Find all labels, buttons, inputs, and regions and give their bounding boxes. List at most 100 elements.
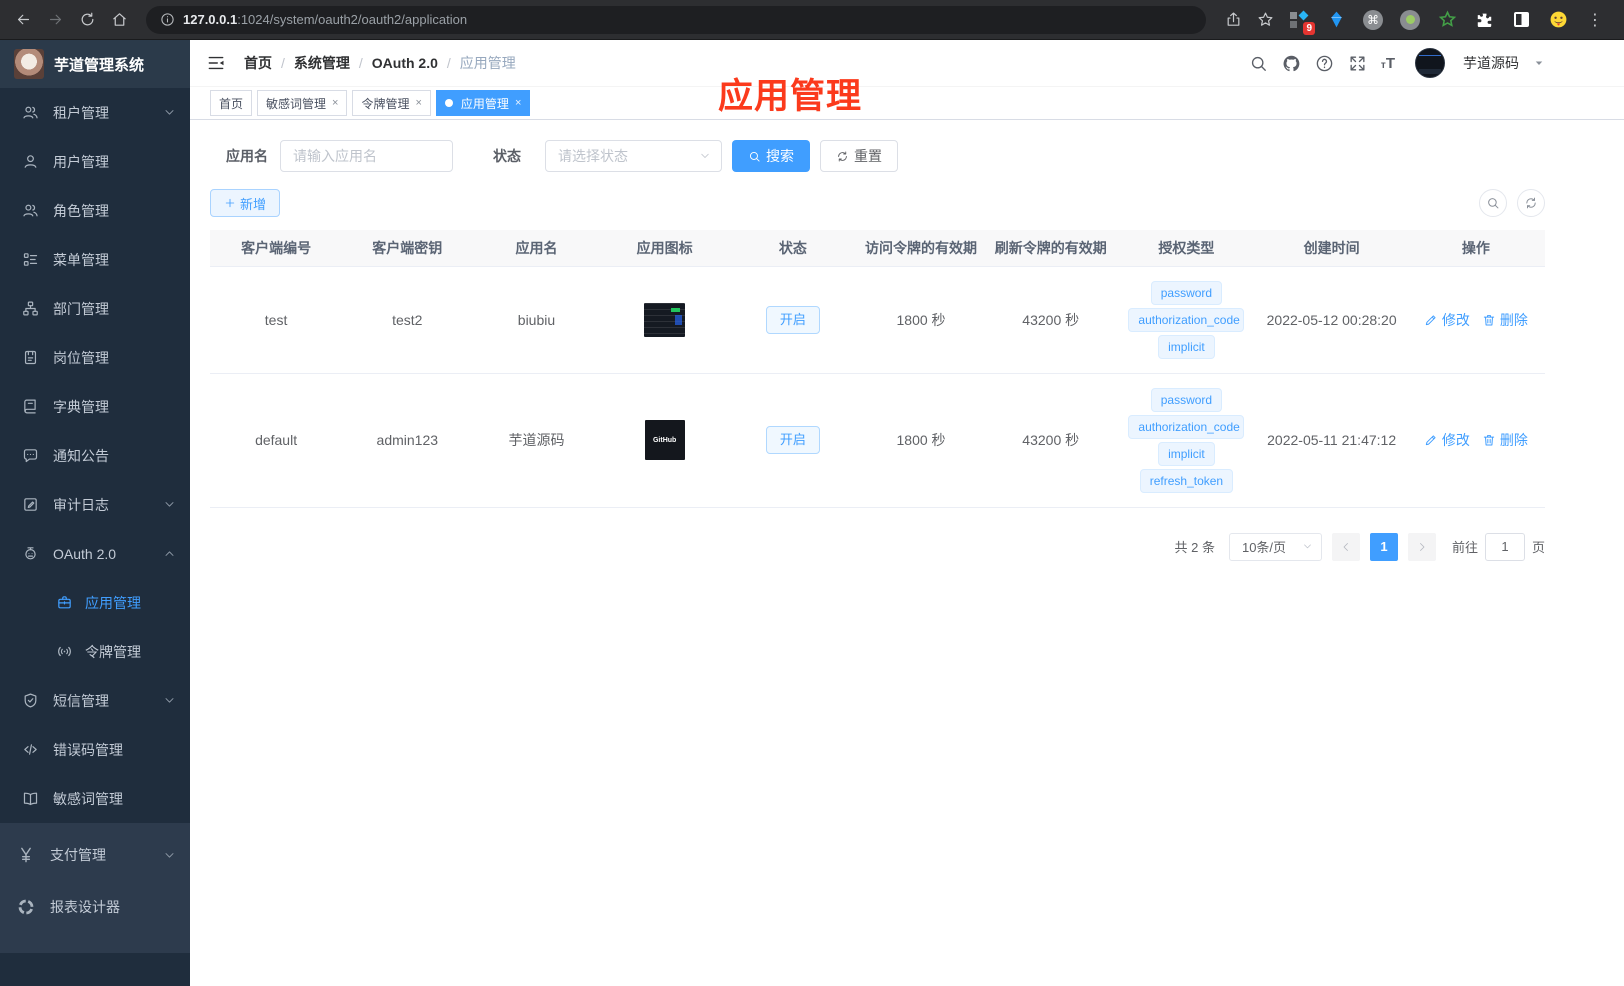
breadcrumb-item[interactable]: 首页 — [244, 53, 272, 73]
plus-icon — [224, 197, 236, 209]
app-logo[interactable]: 芋道管理系统 — [0, 40, 190, 88]
grant-type-tag: implicit — [1158, 441, 1215, 466]
dark-github-logo: GitHub — [644, 420, 685, 460]
font-size-icon[interactable]: тT — [1381, 56, 1395, 71]
reload-icon[interactable] — [74, 7, 100, 33]
sidebar-item-post[interactable]: 岗位管理 — [0, 333, 190, 382]
edit-link[interactable]: 修改 — [1424, 310, 1470, 330]
delete-link[interactable]: 删除 — [1482, 310, 1528, 330]
tab-应用管理[interactable]: 应用管理 × — [435, 90, 531, 116]
app-name-label: 应用名 — [226, 148, 268, 164]
extension-star-icon[interactable] — [1436, 9, 1458, 31]
edit-link[interactable]: 修改 — [1424, 430, 1470, 450]
status-badge[interactable]: 开启 — [765, 305, 820, 334]
open-book-icon — [22, 790, 39, 807]
sidebar-bottom-section: 支付管理 报表设计器 — [0, 823, 190, 953]
extension-command-icon[interactable]: ⌘ — [1362, 9, 1384, 31]
filter-form: 应用名 状态 请选择状态 搜索 重置 — [226, 140, 1545, 172]
fullscreen-icon[interactable] — [1348, 54, 1367, 73]
extension-record-icon[interactable] — [1399, 9, 1421, 31]
close-icon[interactable]: × — [415, 97, 421, 109]
app-name-input[interactable] — [280, 140, 453, 172]
search-icon[interactable] — [1249, 54, 1268, 73]
show-search-toggle-button[interactable] — [1479, 189, 1507, 217]
status-badge[interactable]: 开启 — [765, 426, 820, 454]
reset-button[interactable]: 重置 — [820, 140, 898, 172]
sidebar-item-oauth2-app[interactable]: 应用管理 — [0, 578, 190, 627]
sidebar-item-pay[interactable]: 支付管理 — [0, 829, 190, 881]
prev-page-button[interactable] — [1331, 532, 1360, 561]
close-icon[interactable]: × — [515, 97, 521, 109]
user-avatar[interactable] — [1415, 48, 1445, 78]
breadcrumb-item[interactable]: 系统管理 — [294, 53, 350, 73]
grant-type-tags: password authorization_code implicit refres… — [1116, 387, 1256, 493]
grant-type-tag: password — [1150, 387, 1223, 412]
back-icon[interactable] — [10, 7, 36, 33]
search-button[interactable]: 搜索 — [732, 140, 810, 172]
trash-icon — [1482, 433, 1496, 447]
github-icon[interactable] — [1282, 54, 1301, 73]
sidebar-item-oauth2-token[interactable]: 令牌管理 — [0, 627, 190, 676]
close-icon[interactable]: × — [332, 97, 338, 109]
sidebar-item-report[interactable]: 报表设计器 — [0, 881, 190, 933]
page-size-select[interactable]: 10条/页 — [1228, 532, 1322, 561]
column-header: 状态 — [728, 230, 857, 266]
share-icon[interactable] — [1220, 7, 1246, 33]
grant-type-tag: password — [1150, 280, 1223, 305]
dark-mode-half-square-icon[interactable] — [1510, 9, 1532, 31]
chevron-left-icon — [1340, 541, 1352, 553]
app-title: 芋道管理系统 — [54, 56, 145, 74]
edit-icon — [1424, 313, 1438, 327]
profile-emoji-icon[interactable] — [1547, 9, 1569, 31]
username[interactable]: 芋道源码 — [1463, 53, 1519, 73]
chevron-down-icon — [163, 849, 176, 862]
user-caret-down-icon[interactable] — [1533, 57, 1545, 69]
help-icon[interactable] — [1315, 54, 1334, 73]
extension-gem-icon[interactable] — [1325, 9, 1347, 31]
sidebar-item-errcode[interactable]: 错误码管理 — [0, 725, 190, 774]
sidebar-item-menu[interactable]: 菜单管理 — [0, 235, 190, 284]
delete-link[interactable]: 删除 — [1482, 430, 1528, 450]
goto-page-input[interactable] — [1484, 532, 1525, 561]
browser-menu-icon[interactable]: ⋮ — [1584, 9, 1606, 31]
status-label: 状态 — [493, 148, 521, 164]
grant-type-tag: refresh_token — [1139, 468, 1234, 493]
sidebar-item-tenant[interactable]: 租户管理 — [0, 88, 190, 137]
sidebar-item-role[interactable]: 角色管理 — [0, 186, 190, 235]
notice-icon — [22, 447, 39, 464]
tab-令牌管理[interactable]: 令牌管理 × — [352, 90, 431, 116]
forward-icon[interactable] — [42, 7, 68, 33]
chevron-right-icon — [1416, 541, 1428, 553]
sidebar-item-sensitive[interactable]: 敏感词管理 — [0, 774, 190, 823]
column-header: 刷新令牌的有效期 — [985, 230, 1117, 266]
sidebar-item-oauth2[interactable]: OAuth 2.0 — [0, 529, 190, 578]
bookmark-star-icon[interactable] — [1252, 7, 1278, 33]
status-select[interactable]: 请选择状态 — [545, 140, 722, 172]
next-page-button[interactable] — [1407, 532, 1436, 561]
sidebar-item-sms[interactable]: 短信管理 — [0, 676, 190, 725]
sidebar-item-notice[interactable]: 通知公告 — [0, 431, 190, 480]
sidebar-item-dict[interactable]: 字典管理 — [0, 382, 190, 431]
tab-敏感词管理[interactable]: 敏感词管理 × — [257, 90, 348, 116]
sidebar-collapse-icon[interactable] — [206, 53, 226, 73]
sidebar-item-user[interactable]: 用户管理 — [0, 137, 190, 186]
current-page-button[interactable]: 1 — [1369, 532, 1398, 561]
extension-blocks-icon[interactable]: 9 — [1288, 9, 1315, 35]
tab-首页[interactable]: 首页 — [210, 90, 253, 116]
sidebar-item-dept[interactable]: 部门管理 — [0, 284, 190, 333]
top-header: 首页 / 系统管理 / OAuth 2.0/应用管理 тT 芋道源码 — [190, 40, 1624, 87]
home-icon[interactable] — [106, 7, 132, 33]
refresh-table-button[interactable] — [1517, 189, 1545, 217]
table-toolbar: 新增 — [210, 189, 1545, 217]
add-button[interactable]: 新增 — [210, 189, 281, 217]
breadcrumb-item[interactable]: OAuth 2.0 — [372, 55, 438, 71]
token-signal-icon — [56, 643, 73, 660]
site-info-icon[interactable] — [160, 12, 175, 27]
extensions-puzzle-icon[interactable] — [1473, 9, 1495, 31]
address-bar[interactable]: 127.0.0.1:1024/system/oauth2/oauth2/appl… — [146, 5, 1206, 34]
sidebar-item-audit[interactable]: 审计日志 — [0, 480, 190, 529]
dict-icon — [22, 398, 39, 415]
table-row: test test2 biubiu 开启 1800 秒 43200 秒 password au… — [210, 265, 1545, 374]
sidebar-menu: 租户管理 用户管理 角色管理 菜单管理 部门管理 岗位管理 字典管理 通知公告 … — [0, 88, 190, 986]
extension-badge: 9 — [1303, 21, 1315, 35]
